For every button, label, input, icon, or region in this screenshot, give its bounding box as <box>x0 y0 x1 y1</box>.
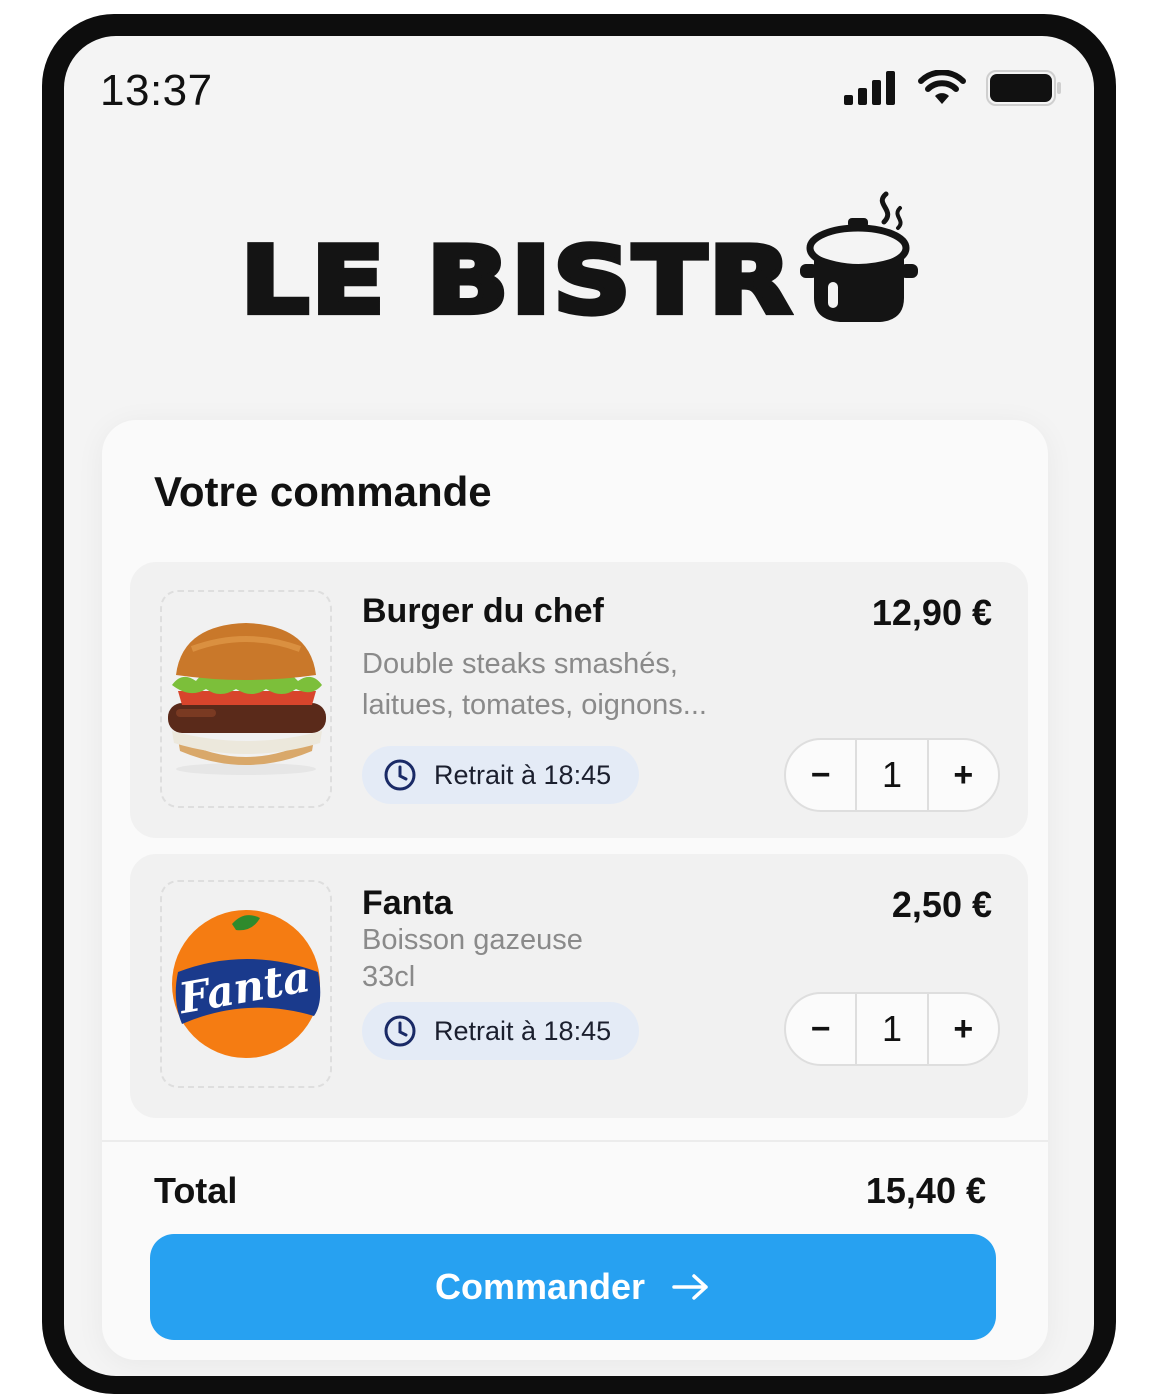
order-title: Votre commande <box>154 468 492 515</box>
cooking-pot-icon <box>799 191 918 322</box>
app-screen: 13:37 LE BISTR Votre commande Burger du … <box>64 36 1094 1376</box>
quantity-value: 1 <box>855 994 929 1064</box>
order-item-fanta: Fanta Fanta 2,50 € Boisson gazeuse 33cl … <box>130 854 1028 1118</box>
status-time: 13:37 <box>100 66 213 115</box>
quantity-stepper: − 1 + <box>784 992 1000 1066</box>
increment-button[interactable]: + <box>929 994 998 1064</box>
pickup-text: Retrait à 18:45 <box>434 1015 612 1046</box>
burger-image <box>160 590 332 808</box>
order-button[interactable]: Commander <box>150 1234 996 1340</box>
total-label: Total <box>154 1170 238 1211</box>
increment-button[interactable]: + <box>929 740 998 810</box>
pickup-badge: Retrait à 18:45 <box>362 746 640 804</box>
item-description-line: laitues, tomates, oignons... <box>362 689 707 721</box>
item-price: 2,50 € <box>891 884 992 925</box>
item-description-line: 33cl <box>362 961 416 993</box>
item-description-line: Double steaks smashés, <box>362 648 678 680</box>
item-name: Fanta <box>362 884 453 922</box>
battery-icon <box>986 70 1061 106</box>
brand-logo: LE BISTR <box>64 188 1094 335</box>
cellular-signal-icon <box>844 71 895 105</box>
decrement-button[interactable]: − <box>786 994 855 1064</box>
order-item-burger: Burger du chef 12,90 € Double steaks sma… <box>130 562 1028 838</box>
pickup-text: Retrait à 18:45 <box>434 759 612 790</box>
item-description-line: Boisson gazeuse <box>362 924 583 956</box>
total-value: 15,40 € <box>865 1170 986 1211</box>
fanta-logo: Fanta <box>160 880 332 1088</box>
arrow-right-icon <box>672 1274 708 1300</box>
quantity-stepper: − 1 + <box>784 738 1000 812</box>
order-card: Votre commande Burger du chef 12,90 € Do… <box>102 420 1048 1360</box>
clock-icon <box>384 759 416 791</box>
order-button-label: Commander <box>434 1266 646 1307</box>
item-description: Double steaks smashés, laitues, tomates,… <box>362 644 782 726</box>
item-name: Burger du chef <box>362 592 604 630</box>
item-price: 12,90 € <box>871 592 992 633</box>
logo-text: LE BISTR <box>237 227 794 335</box>
clock-icon <box>384 1015 416 1047</box>
pickup-badge: Retrait à 18:45 <box>362 1002 640 1060</box>
quantity-value: 1 <box>855 740 929 810</box>
divider <box>102 1140 1048 1142</box>
wifi-icon <box>918 70 966 104</box>
status-icons <box>844 70 1062 106</box>
item-description: Boisson gazeuse 33cl <box>362 922 782 996</box>
decrement-button[interactable]: − <box>786 740 855 810</box>
